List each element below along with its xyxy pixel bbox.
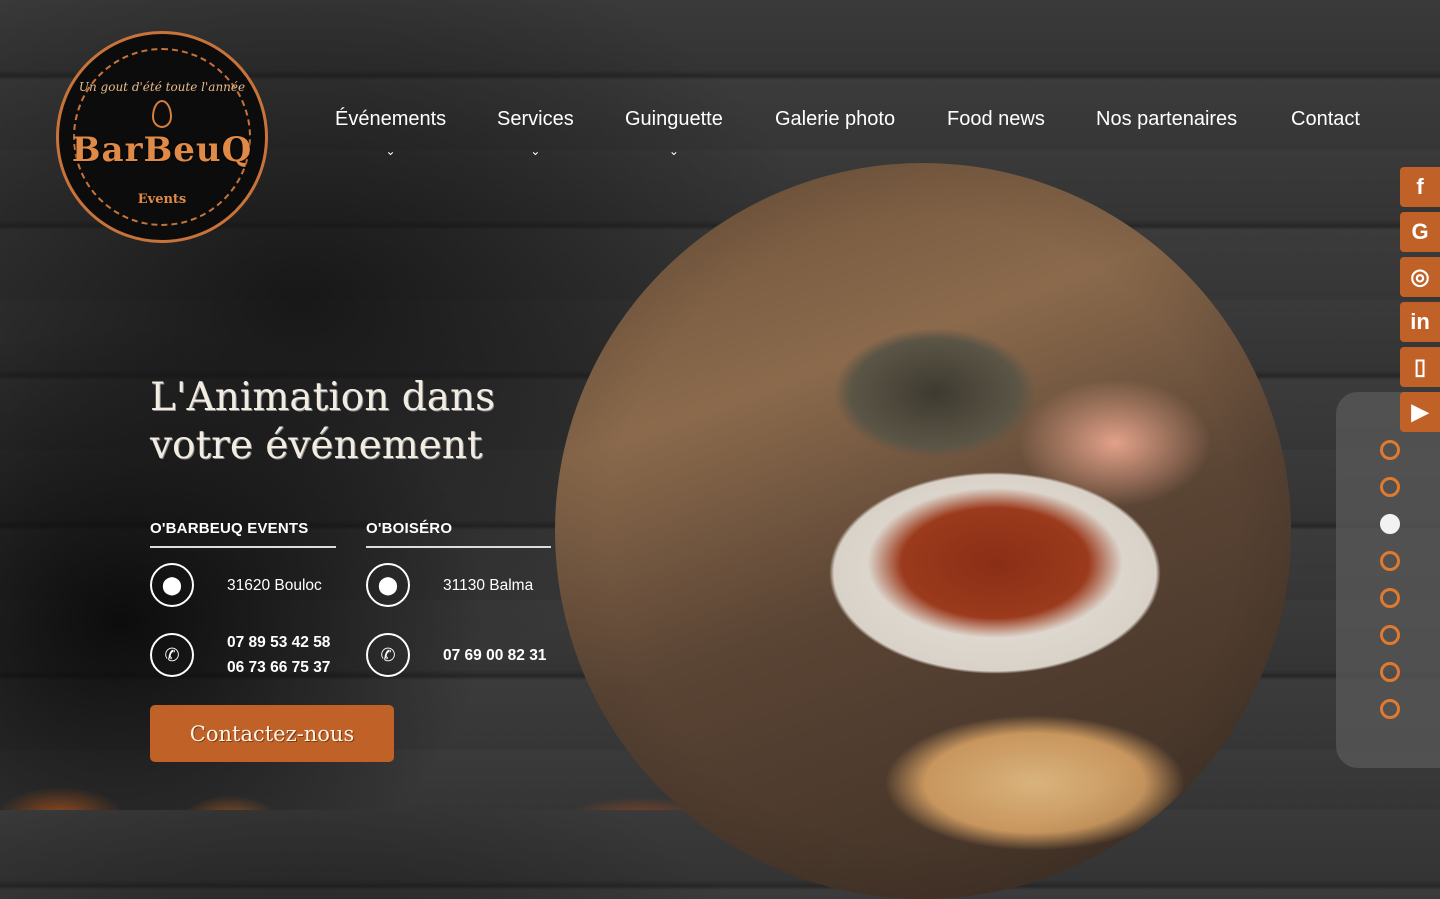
chevron-down-icon: ⌄ (385, 144, 396, 158)
nav-item-galerie-photo[interactable]: Galerie photo (775, 108, 895, 131)
nav-item-nos-partenaires[interactable]: Nos partenaires (1096, 108, 1237, 131)
slider-dot-6[interactable] (1380, 625, 1400, 645)
logo-name: BarBeuQ (71, 130, 253, 170)
nav-label: Food news (947, 108, 1045, 130)
address-text: 31620 Bouloc (227, 576, 322, 594)
phone-numbers[interactable]: 07 89 53 42 58 06 73 66 75 37 (227, 630, 330, 680)
main-nav: Événements ⌄ Services ⌄ Guinguette ⌄ Gal… (310, 108, 1380, 178)
nav-item-contact[interactable]: Contact (1291, 108, 1360, 131)
phone-row[interactable]: ✆ 07 89 53 42 58 06 73 66 75 37 (150, 631, 330, 679)
location-barbeuq-events: O'BARBEUQ EVENTS ⬤ 31620 Bouloc ✆ 07 89 … (150, 520, 336, 677)
address-row: ⬤ 31130 Balma (366, 561, 533, 609)
phone-number-1[interactable]: 07 69 00 82 31 (443, 643, 546, 668)
nav-item-food-news[interactable]: Food news (947, 108, 1045, 131)
nav-item-services[interactable]: Services ⌄ (497, 108, 574, 157)
logo-tagline: Un gout d'été toute l'année (78, 80, 246, 94)
facebook-icon[interactable]: f (1400, 167, 1440, 207)
hero-title-line-2: votre événement (150, 423, 483, 468)
contact-button[interactable]: Contactez-nous (150, 705, 394, 762)
nav-item-evenements[interactable]: Événements ⌄ (335, 108, 446, 157)
slider-dot-5[interactable] (1380, 588, 1400, 608)
address-text: 31130 Balma (443, 576, 534, 594)
hero-title: L'Animation dans votre événement (150, 374, 570, 470)
nav-label: Services (497, 108, 574, 130)
slider-dot-1[interactable] (1380, 440, 1400, 460)
slider-dot-2[interactable] (1380, 477, 1400, 497)
location-boisero: O'BOISÉRO ⬤ 31130 Balma ✆ 07 69 00 82 31 (366, 520, 551, 677)
food-photo (555, 163, 1291, 899)
nav-label: Événements (335, 108, 447, 130)
phone-number-2[interactable]: 06 73 66 75 37 (227, 655, 330, 680)
nav-label: Contact (1291, 108, 1360, 130)
nav-item-guinguette[interactable]: Guinguette ⌄ (625, 108, 723, 157)
location-title: O'BARBEUQ EVENTS (150, 520, 336, 548)
mobile-icon[interactable]: ▯ (1400, 347, 1440, 387)
nav-label: Nos partenaires (1096, 108, 1238, 130)
phone-icon[interactable]: ✆ (150, 633, 194, 677)
logo-subtitle: Events (137, 192, 187, 207)
location-pin-icon: ⬤ (150, 563, 194, 607)
chevron-down-icon: ⌄ (668, 144, 679, 158)
barbeuq-logo[interactable]: Un gout d'été toute l'année BarBeuQ Even… (56, 31, 268, 243)
linkedin-icon[interactable]: in (1400, 302, 1440, 342)
google-icon[interactable]: G (1400, 212, 1440, 252)
chevron-down-icon: ⌄ (530, 144, 541, 158)
slider-dot-3[interactable] (1380, 514, 1400, 534)
location-pin-icon: ⬤ (366, 563, 410, 607)
slider-dot-4[interactable] (1380, 551, 1400, 571)
nav-label: Guinguette (625, 108, 723, 130)
location-title: O'BOISÉRO (366, 520, 551, 548)
phone-icon[interactable]: ✆ (366, 633, 410, 677)
flame-icon (152, 100, 172, 128)
youtube-icon[interactable]: ▶ (1400, 392, 1440, 432)
hero-title-line-1: L'Animation dans (150, 375, 496, 420)
slider-dot-7[interactable] (1380, 662, 1400, 682)
phone-row[interactable]: ✆ 07 69 00 82 31 (366, 631, 546, 679)
photo-vignette (555, 163, 1291, 899)
phone-number-1[interactable]: 07 89 53 42 58 (227, 630, 330, 655)
nav-label: Galerie photo (775, 108, 896, 130)
slider-dot-8[interactable] (1380, 699, 1400, 719)
instagram-icon[interactable]: ◎ (1400, 257, 1440, 297)
address-row: ⬤ 31620 Bouloc (150, 561, 322, 609)
